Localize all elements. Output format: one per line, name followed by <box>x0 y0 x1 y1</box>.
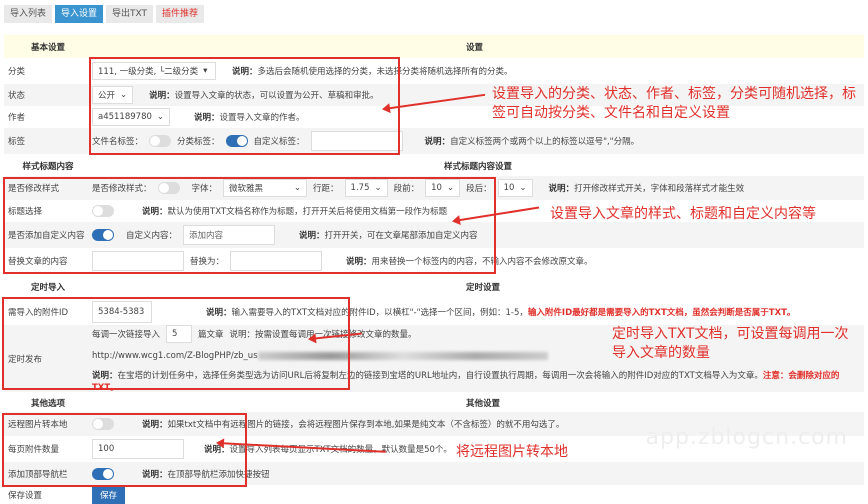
annotation-style: 设置导入文章的样式、标题和自定义内容等 <box>550 206 816 222</box>
annotation-box-style <box>3 177 496 274</box>
annotation-box-timed <box>2 297 350 390</box>
space-after-select[interactable]: 10 ⌄ <box>497 179 533 197</box>
section-title-2: 设置 <box>466 42 484 53</box>
other-header: 其他选项 其他设置 <box>4 393 864 412</box>
label: 标签 <box>8 137 26 147</box>
annotation-timed: 定时导入TXT文档，可设置每调用一次导入文章的数量 <box>612 326 849 361</box>
value: 10 <box>503 183 515 193</box>
desc-warning: 输入附件ID最好都是需要导入的TXT文档，虽然会判断是否属于TXT。 <box>527 307 796 318</box>
style-header: 样式标题内容 样式标题内容设置 <box>4 155 864 176</box>
annotation-other: 将远程图片转本地 <box>456 444 568 460</box>
section-title-2: 定时设置 <box>466 283 501 293</box>
label: 保存设置 <box>8 491 43 501</box>
watermark: app.zblogcn.com <box>645 425 848 450</box>
desc-key: 说明： <box>548 184 575 194</box>
desc: 打开修改样式开关，字体和段落样式才能生效 <box>574 184 745 194</box>
tab-export-txt[interactable]: 导出TXT <box>106 5 154 23</box>
tab-import-settings[interactable]: 导入设置 <box>55 5 104 23</box>
annotation-box-other <box>2 413 247 487</box>
section-title: 样式标题内容 <box>22 161 74 172</box>
basic-header: 基本设置 设置 <box>4 35 864 58</box>
label: 分类 <box>8 67 26 77</box>
tab-import-list[interactable]: 导入列表 <box>4 5 53 23</box>
section-title-2: 其他设置 <box>466 398 501 409</box>
desc-key: 说明： <box>424 137 451 147</box>
section-title-2: 样式标题内容设置 <box>444 161 513 172</box>
section-title: 定时导入 <box>30 283 65 293</box>
chevron-down-icon: ⌄ <box>519 183 527 193</box>
section-title: 基本设置 <box>30 42 65 53</box>
annotation-box-basic <box>89 57 400 155</box>
label: 作者 <box>8 113 26 123</box>
timed-header: 定时导入 定时设置 <box>4 276 864 298</box>
section-title: 其他选项 <box>30 398 65 409</box>
annotation-basic: 设置导入的分类、状态、作者、标签，分类可随机选择，标签可自动按分类、文件名和自定… <box>492 86 856 121</box>
save-button[interactable]: 保存 <box>92 486 126 504</box>
label: 状态 <box>8 91 26 101</box>
desc: 自定义标签两个或两个以上的标签以逗号","分隔。 <box>450 137 640 147</box>
tab-bar: 导入列表 导入设置 导出TXT 插件推荐 <box>4 5 205 23</box>
tab-plugin-recommend[interactable]: 插件推荐 <box>156 5 205 23</box>
row-save: 保存设置 保存 <box>4 486 864 504</box>
